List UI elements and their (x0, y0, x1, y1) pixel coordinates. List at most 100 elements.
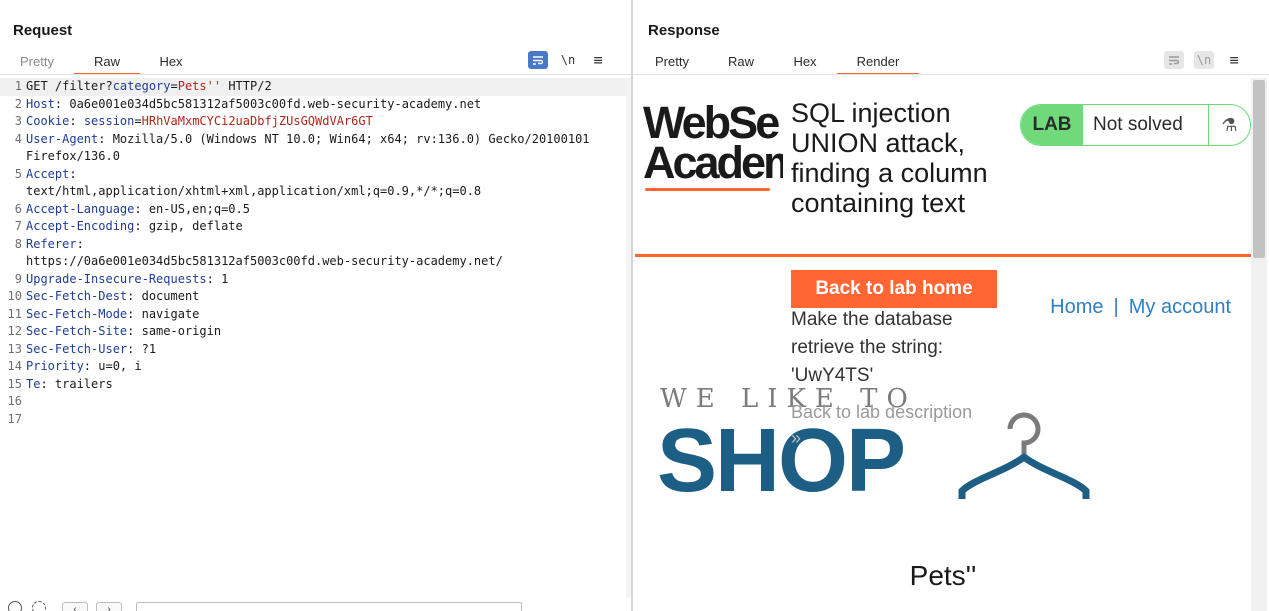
header-separator: : (206, 271, 222, 286)
line-code: Accept-Language: en-US,en;q=0.5 (26, 201, 616, 219)
header-separator: : (83, 359, 99, 373)
header-rule (635, 254, 1251, 257)
request-line[interactable]: 3 Cookie: session=HRhVaMxmCYCi2uaDbfjZUsG… (0, 113, 626, 131)
request-line[interactable]: 13 Sec-Fetch-User: ?1 (0, 341, 626, 359)
header-name: Accept (26, 166, 70, 181)
tab-hex[interactable]: Hex (140, 51, 202, 75)
tab-pretty[interactable]: Pretty (635, 51, 709, 75)
request-bottom-bar: ‹ › (0, 599, 632, 611)
request-protocol: HTTP/2 (221, 79, 272, 93)
header-name: Upgrade-Insecure-Requests (26, 271, 207, 286)
header-value: 1 (221, 271, 229, 286)
line-number: 4 (14, 131, 22, 146)
tab-render[interactable]: Render (837, 51, 919, 75)
cookie-value: HRhVaMxmCYCi2uaDbfjZUsGQWdVAr6GT (141, 114, 373, 128)
request-line[interactable]: 1 GET /filter?category=Pets'' HTTP/2 (0, 78, 626, 96)
header-value: 0a6e001e034d5bc581312af5003c00fd.web-sec… (69, 96, 482, 111)
tab-pretty[interactable]: Pretty (0, 51, 74, 75)
tab-raw[interactable]: Raw (74, 51, 140, 75)
menu-icon[interactable]: ≡ (1224, 51, 1244, 69)
header-name: Sec-Fetch-Mode (26, 306, 128, 321)
header-value: document (141, 289, 200, 303)
line-code: Upgrade-Insecure-Requests: 1 (26, 271, 616, 289)
query-param-name: category (112, 79, 171, 93)
header-name: Accept-Language (26, 201, 135, 216)
header-name: Sec-Fetch-Site (26, 324, 128, 338)
web-security-academy-logo[interactable]: WebSe Academ (643, 103, 783, 183)
header-separator: : (134, 201, 149, 216)
search-back-button[interactable]: ‹ (62, 602, 88, 611)
header-separator: : (127, 306, 142, 321)
query-param-eq: = (170, 79, 178, 93)
logo-underline (645, 188, 770, 191)
nav-my-account-link[interactable]: My account (1129, 296, 1231, 318)
header-separator: : (76, 236, 84, 251)
wrap-lines-icon[interactable] (528, 51, 548, 69)
header-value: text/html,application/xhtml+xml,applicat… (26, 184, 482, 198)
rendered-page: WebSe Academ SQL injection UNION attack,… (635, 78, 1251, 611)
help-icon[interactable] (8, 601, 22, 611)
search-input[interactable] (136, 602, 522, 611)
line-number: 16 (7, 394, 22, 408)
header-value: navigate (141, 306, 200, 321)
request-editor[interactable]: 1 GET /filter?category=Pets'' HTTP/2 2 Host… (0, 78, 626, 598)
header-separator: : (54, 96, 70, 111)
lab-description: Make the database retrieve the string: '… (791, 309, 953, 386)
line-number: 15 (7, 376, 22, 391)
header-separator: : (40, 376, 55, 391)
newline-icon[interactable]: \n (1194, 51, 1214, 69)
request-line[interactable]: 11 Sec-Fetch-Mode: navigate (0, 306, 626, 324)
request-line[interactable]: 2 Host: 0a6e001e034d5bc581312af5003c00fd.… (0, 96, 626, 114)
render-scroll-thumb[interactable] (1253, 80, 1265, 258)
cookie-eq: = (134, 114, 142, 128)
settings-gear-icon[interactable] (32, 601, 46, 611)
line-code: Priority: u=0, i (26, 358, 616, 376)
response-pane: Response Pretty Raw Hex Render \n ≡ WebS… (633, 0, 1269, 611)
request-line[interactable]: 17 (0, 411, 626, 429)
newline-icon[interactable]: \n (558, 51, 578, 69)
header-separator: : (98, 131, 113, 146)
line-number: 5 (14, 166, 22, 181)
hero-shop-text: SHOP (657, 411, 906, 511)
line-code: Referer: https://0a6e001e034d5bc581312af5… (26, 236, 616, 271)
line-code: Sec-Fetch-Dest: document (26, 288, 616, 306)
response-toolbar: \n ≡ (1164, 51, 1244, 69)
header-name: Accept-Encoding (26, 219, 135, 233)
line-number: 11 (7, 306, 22, 321)
request-pane: Request Pretty Raw Hex \n ≡ 1 GET /filter… (0, 0, 632, 611)
request-line[interactable]: 6 Accept-Language: en-US,en;q=0.5 (0, 201, 626, 219)
back-to-lab-home-button[interactable]: Back to lab home (791, 270, 997, 308)
line-number: 10 (7, 289, 22, 303)
search-forward-button[interactable]: › (96, 602, 122, 611)
tab-hex[interactable]: Hex (773, 51, 837, 75)
response-tabs: Pretty Raw Hex Render (635, 51, 919, 75)
request-line[interactable]: 15 Te: trailers (0, 376, 626, 394)
header-value: u=0, i (98, 359, 142, 373)
request-line[interactable]: 7 Accept-Encoding: gzip, deflate (0, 218, 626, 236)
request-line[interactable]: 10 Sec-Fetch-Dest: document (0, 288, 626, 306)
request-line[interactable]: 16 (0, 393, 626, 411)
request-line[interactable]: 4 User-Agent: Mozilla/5.0 (Windows NT 10.… (0, 131, 626, 166)
header-separator: : (127, 324, 142, 338)
line-number: 6 (14, 201, 22, 216)
wrap-lines-icon[interactable] (1164, 51, 1184, 69)
menu-icon[interactable]: ≡ (588, 51, 608, 69)
request-line[interactable]: 12 Sec-Fetch-Site: same-origin (0, 323, 626, 341)
header-value: en-US,en;q=0.5 (148, 201, 250, 216)
line-code: Host: 0a6e001e034d5bc581312af5003c00fd.w… (26, 96, 616, 114)
line-code: Te: trailers (26, 376, 616, 394)
tabs-divider (0, 74, 632, 75)
nav-home-link[interactable]: Home (1050, 296, 1103, 318)
back-to-lab-description-link[interactable]: Back to lab description (791, 402, 972, 423)
page-heading: Pets'' (909, 560, 977, 591)
tab-raw[interactable]: Raw (709, 51, 773, 75)
request-line[interactable]: 8 Referer: https://0a6e001e034d5bc581312af… (0, 236, 626, 271)
request-line[interactable]: 14 Priority: u=0, i (0, 358, 626, 376)
line-number: 13 (7, 341, 22, 356)
request-line[interactable]: 9 Upgrade-Insecure-Requests: 1 (0, 271, 626, 289)
line-number: 9 (14, 271, 22, 286)
request-line[interactable]: 5 Accept: text/html,application/xhtml+xml,… (0, 166, 626, 201)
line-code: GET /filter?category=Pets'' HTTP/2 (26, 78, 616, 96)
line-code: Sec-Fetch-Site: same-origin (26, 323, 616, 341)
